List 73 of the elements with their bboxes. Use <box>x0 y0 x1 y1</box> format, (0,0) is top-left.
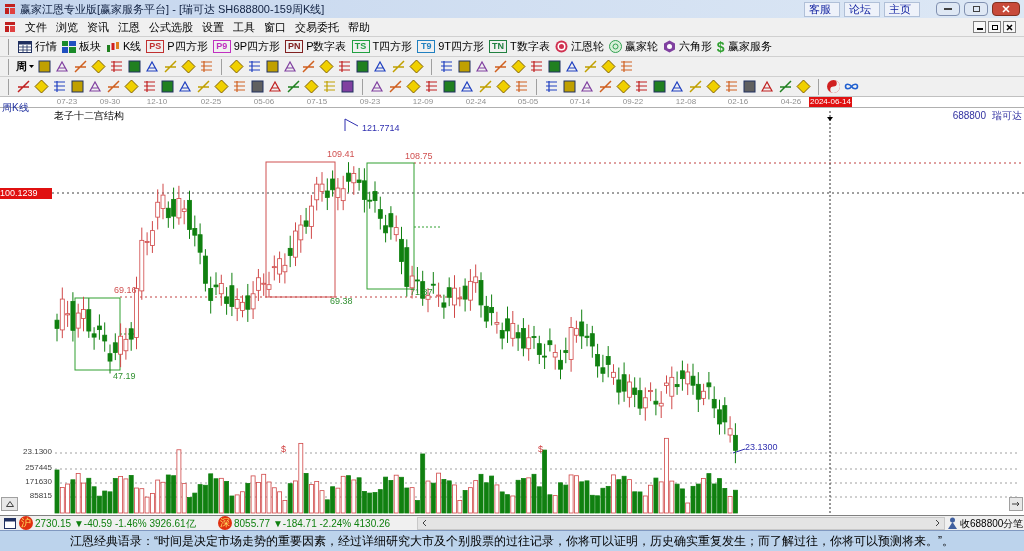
date-axis-label: 02-16 <box>727 97 749 107</box>
menu-item[interactable]: 浏览 <box>56 18 78 36</box>
date-axis-label: 07-14 <box>569 97 591 107</box>
date-axis-label: 12-08 <box>675 97 697 107</box>
window-title: 赢家江恩专业版[赢家服务平台] - [瑞可达 SH688800-159周K线] <box>20 1 325 17</box>
menu-item[interactable]: 文件 <box>25 18 47 36</box>
date-axis-label: 07-15 <box>306 97 328 107</box>
menu-item[interactable]: 资讯 <box>87 18 109 36</box>
menu-item[interactable]: 交易委托 <box>295 18 339 36</box>
market-badge: 沪 <box>19 516 33 530</box>
toolbar-button[interactable]: PS P四方形 <box>146 38 208 55</box>
chart-title: 老子十二宫结构 <box>54 109 124 123</box>
date-axis-label: 04-26 <box>780 97 802 107</box>
dollar-icon: $ <box>716 39 725 54</box>
tag-icon: P9 <box>212 40 231 53</box>
date-axis-label: 05-05 <box>517 97 539 107</box>
menu-item[interactable]: 江恩 <box>118 18 140 36</box>
period-label: 周K线 <box>2 101 29 115</box>
header-link[interactable]: 主页 <box>884 1 920 17</box>
index-quote: 8055.77 ▼-184.71 -2.24% 4130.26 <box>234 516 391 531</box>
tag-icon: PN <box>285 40 304 53</box>
toolbar-button[interactable]: TS T四方形 <box>351 38 413 55</box>
toolbar-button[interactable]: P9 9P四方形 <box>212 38 281 55</box>
toolbar-button[interactable]: 江恩轮 <box>554 38 604 55</box>
toolbar-button[interactable]: PN P数字表 <box>285 38 347 55</box>
date-axis-label: 09-30 <box>99 97 121 107</box>
event-marker: $ <box>538 444 543 454</box>
date-axis-label: 12-09 <box>412 97 434 107</box>
volume-axis-label: 23.1300 <box>23 447 52 457</box>
menu-item[interactable]: 帮助 <box>348 18 370 36</box>
menu-item[interactable]: 窗口 <box>264 18 286 36</box>
tag-icon: T9 <box>417 40 436 53</box>
date-axis-label: 02-24 <box>465 97 487 107</box>
price-annotation: 109.41 <box>327 149 355 159</box>
price-annotation: 23.1300 <box>745 442 778 452</box>
period-dropdown[interactable]: 周 <box>16 58 34 75</box>
price-annotation: 121.7714 <box>362 123 400 133</box>
tag-icon: PS <box>146 40 165 53</box>
cursor-price-label: 100.1239 <box>0 188 52 199</box>
menu-item[interactable]: 工具 <box>233 18 255 36</box>
toolbar-button[interactable]: TN T数字表 <box>489 38 550 55</box>
menu-item[interactable]: 公式选股 <box>149 18 193 36</box>
toolbar-button[interactable]: 赢家轮 <box>608 38 658 55</box>
market-badge: 深 <box>218 516 232 530</box>
volume-axis-label: 171630 <box>25 477 52 487</box>
event-marker: $ <box>281 444 286 454</box>
date-axis-label: 12-10 <box>146 97 168 107</box>
toolbar-button[interactable]: T9 9T四方形 <box>417 38 485 55</box>
volume-axis-label: 85815 <box>29 491 52 501</box>
date-axis-label: 07-23 <box>56 97 78 107</box>
toolbar-button[interactable]: $ 赢家服务 <box>716 38 772 55</box>
cursor-date-label: 2024-06-14 <box>809 97 852 107</box>
header-link[interactable]: 客服 <box>804 1 840 17</box>
menu-item[interactable]: 设置 <box>202 18 224 36</box>
toolbar-button[interactable]: 板块 <box>62 38 101 55</box>
date-axis-label: 05-06 <box>253 97 275 107</box>
price-annotation: 47.19 <box>113 371 136 381</box>
price-annotation: 69.38 <box>330 296 353 306</box>
stock-code: 688800 <box>952 109 986 123</box>
toolbar-button[interactable]: 行情 <box>18 38 57 55</box>
header-link[interactable]: 论坛 <box>844 1 880 17</box>
price-annotation: 108.75 <box>405 151 433 161</box>
date-axis-label: 02-25 <box>200 97 222 107</box>
toolbar-button[interactable]: K线 <box>106 38 142 55</box>
toolbar-button[interactable]: 六角形 <box>662 38 712 55</box>
volume-axis-label: 257445 <box>25 463 52 473</box>
quote-text: 江恩经典语录：“时间是决定市场走势的重要因素，经过详细研究大市及个别股票的过往记录，你将可以证明，历史确实重复发生；而了解过往，你将可以预测将来。”。 <box>70 533 954 550</box>
date-axis-label: 09-23 <box>359 97 381 107</box>
date-axis-label: 09-22 <box>622 97 644 107</box>
tag-icon: TN <box>489 40 508 53</box>
stock-name: 瑞可达 <box>992 109 1022 123</box>
tag-icon: TS <box>351 40 370 53</box>
index-quote: 2730.15 ▼-40.59 -1.46% 3926.61亿 <box>35 516 196 531</box>
